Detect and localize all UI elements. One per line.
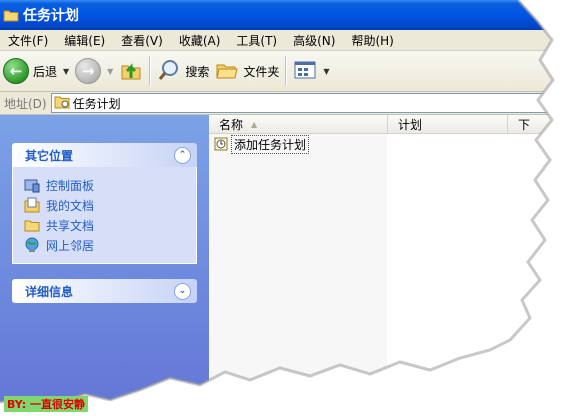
menu-tools[interactable]: 工具(T) (228, 32, 285, 49)
details-panel: 详细信息 ⌄ (12, 279, 197, 303)
list-item[interactable]: 添加任务计划 (213, 134, 310, 154)
folder-clock-icon (54, 95, 70, 112)
other-places-list: 控制面板 我的文档 共享文档 网上邻居 (12, 167, 197, 264)
address-label: 地址(D) (4, 96, 47, 111)
up-button[interactable] (116, 54, 146, 88)
file-list[interactable]: 名称 ▲ 计划 下 添加任务计划 (209, 115, 575, 416)
sorted-column-highlight (209, 134, 387, 416)
toolbar-separator (149, 56, 152, 86)
place-label: 共享文档 (46, 218, 95, 233)
collapse-icon[interactable]: ⌃ (174, 146, 191, 164)
item-name: 添加任务计划 (231, 134, 310, 154)
search-button[interactable]: 搜索 (154, 54, 212, 88)
menu-bar: 文件(F) 编辑(E) 查看(V) 收藏(A) 工具(T) 高级(N) 帮助(H… (0, 30, 575, 51)
expand-icon[interactable]: ⌄ (174, 282, 191, 300)
folders-button[interactable]: 文件夹 (212, 54, 282, 88)
shared-documents-icon (24, 217, 40, 233)
my-documents-icon (24, 197, 40, 213)
window-title: 任务计划 (23, 8, 79, 24)
place-network-places[interactable]: 网上邻居 (24, 235, 196, 255)
toolbar-separator (285, 56, 288, 86)
place-my-documents[interactable]: 我的文档 (24, 195, 196, 215)
search-icon (157, 58, 181, 85)
add-task-icon (213, 136, 229, 152)
place-control-panel[interactable]: 控制面板 (24, 175, 196, 195)
address-value: 任务计划 (72, 96, 121, 111)
views-icon (293, 60, 317, 83)
control-panel-icon (24, 177, 40, 193)
forward-button[interactable]: → ▼ (72, 54, 116, 88)
column-headers: 名称 ▲ 计划 下 (209, 115, 575, 134)
menu-view[interactable]: 查看(V) (113, 32, 171, 49)
address-input[interactable]: 任务计划 (50, 93, 573, 113)
back-arrow-icon: ← (3, 58, 29, 84)
folder-clock-icon (3, 9, 19, 22)
folders-label: 文件夹 (243, 64, 280, 79)
column-header-schedule[interactable]: 计划 (388, 115, 508, 133)
back-label: 后退 (33, 64, 58, 79)
menu-advanced[interactable]: 高级(N) (285, 32, 343, 49)
other-places-panel: 其它位置 ⌃ 控制面板 我的文档 共享文档 网上邻居 (12, 143, 197, 264)
views-dropdown-icon[interactable]: ▼ (323, 67, 329, 76)
explorer-window: 任务计划 文件(F) 编辑(E) 查看(V) 收藏(A) 工具(T) 高级(N)… (0, 0, 575, 416)
other-places-title: 其它位置 (25, 148, 74, 163)
sort-ascending-icon: ▲ (251, 119, 258, 129)
folder-up-icon (119, 58, 143, 85)
details-header[interactable]: 详细信息 ⌄ (12, 279, 197, 303)
back-dropdown-icon[interactable]: ▼ (63, 67, 69, 76)
forward-dropdown-icon[interactable]: ▼ (107, 67, 113, 76)
menu-file[interactable]: 文件(F) (0, 32, 56, 49)
place-label: 控制面板 (46, 178, 95, 193)
other-places-header[interactable]: 其它位置 ⌃ (12, 143, 197, 167)
back-button[interactable]: ← 后退 ▼ (0, 54, 72, 88)
place-label: 网上邻居 (46, 238, 95, 253)
views-button[interactable]: ▼ (290, 54, 332, 88)
forward-arrow-icon: → (75, 58, 102, 84)
address-bar: 地址(D) 任务计划 (0, 92, 575, 115)
network-places-icon (24, 237, 40, 253)
place-label: 我的文档 (46, 198, 95, 213)
column-header-name[interactable]: 名称 ▲ (209, 115, 388, 133)
search-label: 搜索 (185, 64, 210, 79)
place-shared-documents[interactable]: 共享文档 (24, 215, 196, 235)
task-pane: 其它位置 ⌃ 控制面板 我的文档 共享文档 网上邻居 详细信息 ⌄ (0, 115, 209, 416)
menu-edit[interactable]: 编辑(E) (56, 32, 113, 49)
author-watermark: BY: 一直很安静 (4, 396, 89, 412)
toolbar: ← 后退 ▼ → ▼ 搜索 文件夹 ▼ (0, 51, 575, 92)
folders-icon (215, 58, 239, 85)
title-bar[interactable]: 任务计划 (0, 0, 575, 30)
details-title: 详细信息 (25, 284, 74, 299)
menu-favorites[interactable]: 收藏(A) (171, 32, 229, 49)
column-header-next[interactable]: 下 (508, 115, 575, 133)
menu-help[interactable]: 帮助(H) (343, 32, 401, 49)
